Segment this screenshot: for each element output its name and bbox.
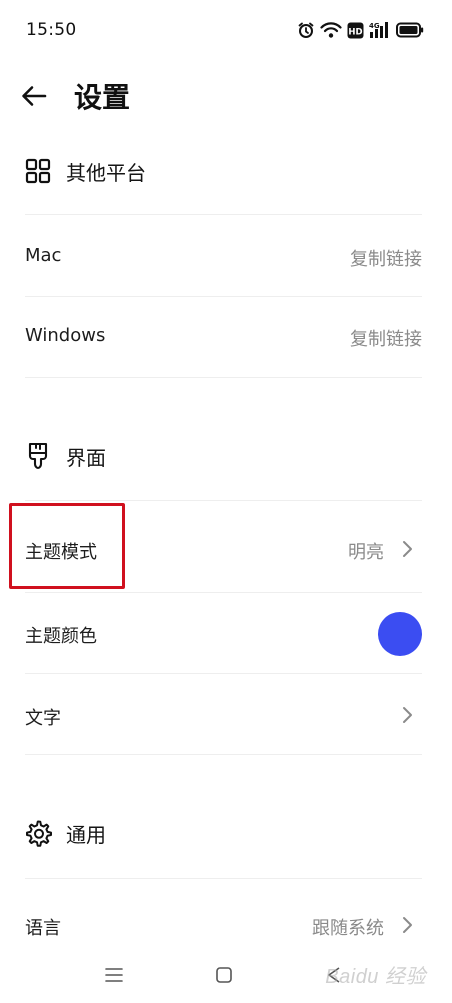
app-header: 设置 <box>0 72 452 122</box>
brush-icon <box>24 442 52 470</box>
alarm-icon <box>297 21 315 39</box>
hd-icon: HD <box>347 22 364 39</box>
language-row[interactable]: 语言 跟随系统 <box>0 880 452 950</box>
divider <box>25 377 422 378</box>
windows-row[interactable]: Windows 复制链接 <box>0 297 452 377</box>
mac-row[interactable]: Mac 复制链接 <box>0 216 452 296</box>
language-value: 跟随系统 <box>312 918 384 939</box>
wifi-icon <box>320 21 342 39</box>
menu-nav-button[interactable] <box>98 963 130 991</box>
text-row[interactable]: 文字 <box>0 674 452 754</box>
divider <box>25 500 422 501</box>
grid-icon <box>24 157 52 185</box>
back-arrow-icon <box>20 84 48 112</box>
divider <box>25 754 422 755</box>
section-title: 界面 <box>66 445 106 470</box>
copy-link-windows[interactable]: 复制链接 <box>350 325 422 351</box>
section-header-interface: 界面 <box>24 438 106 474</box>
section-header-general: 通用 <box>24 815 106 851</box>
section-header-platforms: 其他平台 <box>24 153 146 189</box>
copy-link-mac[interactable]: 复制链接 <box>350 245 422 271</box>
divider <box>25 214 422 215</box>
status-icons: HD 4G <box>297 19 424 41</box>
divider <box>25 878 422 879</box>
chevron-right-icon <box>403 707 412 723</box>
row-label-mac: Mac <box>25 245 62 266</box>
status-bar: 15:50 HD 4G <box>0 0 452 58</box>
status-time: 15:50 <box>26 20 77 40</box>
back-button[interactable] <box>14 78 54 118</box>
theme-color-row[interactable]: 主题颜色 <box>0 593 452 673</box>
row-label-theme-color: 主题颜色 <box>25 626 97 647</box>
theme-color-swatch[interactable] <box>378 612 422 656</box>
network-label: 4G <box>369 22 380 30</box>
home-nav-button[interactable] <box>208 963 240 991</box>
gear-icon <box>24 819 52 847</box>
home-icon <box>214 965 234 989</box>
theme-mode-value: 明亮 <box>348 542 384 563</box>
page-title: 设置 <box>74 81 131 114</box>
hd-label: HD <box>348 27 362 37</box>
baidu-watermark: Baidu 经验 <box>325 966 426 988</box>
chevron-right-icon <box>403 917 412 933</box>
row-label-text: 文字 <box>25 708 61 729</box>
highlight-box <box>9 503 125 589</box>
menu-icon <box>103 966 125 988</box>
row-label-windows: Windows <box>25 325 106 346</box>
chevron-right-icon <box>403 541 412 557</box>
row-label-language: 语言 <box>25 918 61 939</box>
battery-icon <box>396 22 424 38</box>
4g-signal-icon: 4G <box>369 21 391 39</box>
section-title: 其他平台 <box>66 160 146 185</box>
section-title: 通用 <box>66 822 106 847</box>
